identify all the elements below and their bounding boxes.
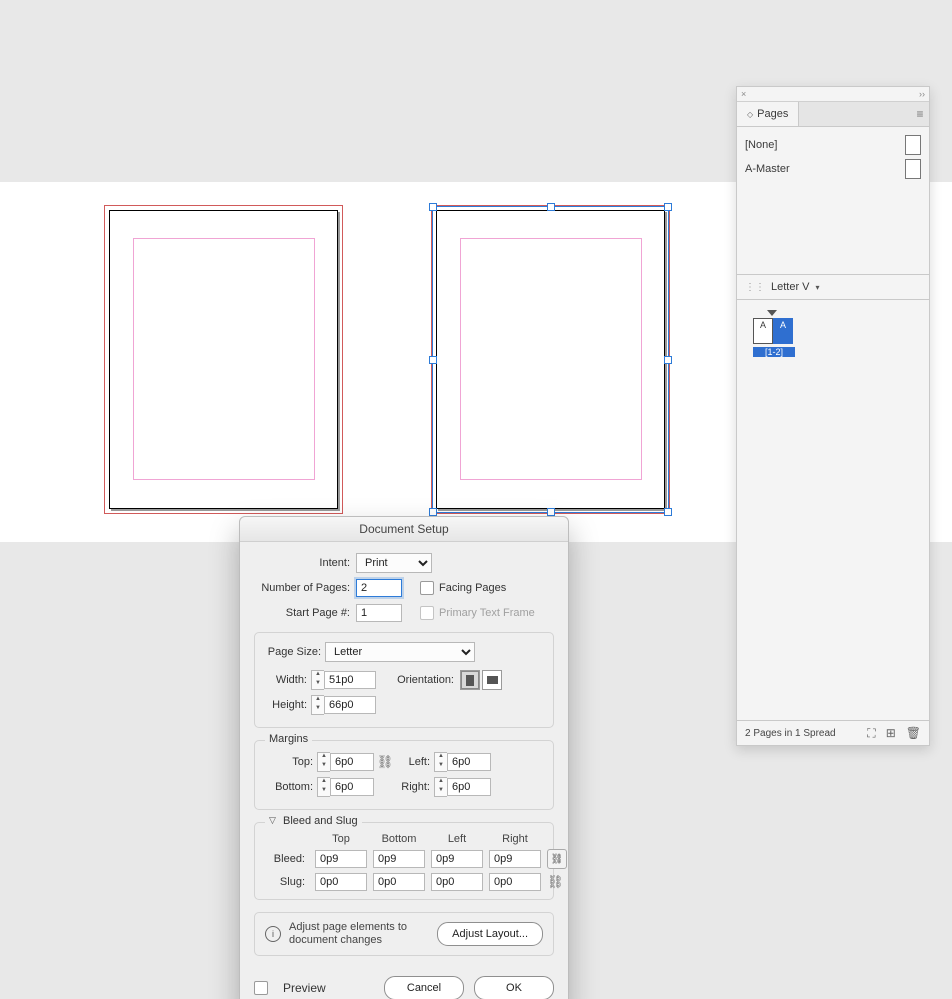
margins-group: Margins Top: ▲▼ ⛓ Left: ▲▼ Bottom: ▲▼ [254,740,554,810]
orientation-portrait-button[interactable] [460,670,480,690]
margin-bottom-stepper[interactable]: ▲▼ [317,777,330,797]
preview-checkbox[interactable] [254,981,268,995]
width-stepper[interactable]: ▲▼ [311,670,324,690]
document-setup-dialog: Document Setup Intent: Print Number of P… [239,516,569,999]
margin-left-input[interactable] [447,753,491,771]
master-none-row[interactable]: [None] [745,133,921,157]
bleed-slug-group: ▽ Bleed and Slug Top Bottom Left Right B… [254,822,554,900]
adjust-text: Adjust page elements to document changes [289,921,429,947]
slug-top-input[interactable] [315,873,367,891]
collapse-icon[interactable]: ›› [919,89,925,99]
master-none-thumb[interactable] [905,135,921,155]
masters-section: [None] A-Master [737,127,929,275]
page-1-margin-guide [133,238,315,480]
document-pages-section: A A [1-2] [737,300,929,718]
start-page-label: Start Page #: [254,607,356,619]
start-page-input[interactable] [356,604,402,622]
delete-page-button[interactable]: 🗑 [906,726,921,740]
bleed-label: Bleed: [265,853,309,865]
col-bottom: Bottom [373,833,425,845]
facing-pages-checkbox[interactable] [420,581,434,595]
page-size-label: Letter V [771,281,810,293]
bleed-top-input[interactable] [315,850,367,868]
intent-select[interactable]: Print [356,553,432,573]
master-none-label: [None] [745,139,777,151]
facing-pages-label: Facing Pages [439,582,506,594]
new-page-button[interactable]: ⊞ [886,726,896,740]
info-icon: i [265,926,281,942]
primary-text-frame-label: Primary Text Frame [439,607,535,619]
height-label: Height: [265,699,311,711]
master-a-label: A-Master [745,163,790,175]
margins-legend: Margins [265,733,312,745]
page-thumb-2[interactable]: A [773,318,793,344]
orientation-landscape-button[interactable] [482,670,502,690]
spread-label: [1-2] [753,347,795,357]
ok-button[interactable]: OK [474,976,554,999]
panel-menu-button[interactable]: ≡ [911,102,929,126]
tab-pages[interactable]: ◇ Pages [737,102,799,126]
margin-left-stepper[interactable]: ▲▼ [434,752,447,772]
margin-right-stepper[interactable]: ▲▼ [434,777,447,797]
slug-bottom-input[interactable] [373,873,425,891]
preview-label: Preview [283,981,326,995]
page-2-margin-guide [460,238,642,480]
panel-status-text: 2 Pages in 1 Spread [745,728,836,739]
slug-label: Slug: [265,876,309,888]
adjust-layout-button[interactable]: Adjust Layout... [437,922,543,946]
num-pages-input[interactable] [356,579,402,597]
bleed-slug-legend: ▽ Bleed and Slug [265,815,362,827]
width-label: Width: [265,674,311,686]
master-a-row[interactable]: A-Master [745,157,921,181]
spread-indicator-icon [767,310,777,316]
orientation-label: Orientation: [376,674,458,686]
page-size-row[interactable]: ⋮⋮ Letter V ▾ [737,275,929,300]
height-input[interactable] [324,696,376,714]
width-input[interactable] [324,671,376,689]
margin-top-label: Top: [265,756,317,768]
num-pages-label: Number of Pages: [254,582,356,594]
spread-thumb[interactable]: A A [753,318,921,344]
dialog-title: Document Setup [240,517,568,542]
height-stepper[interactable]: ▲▼ [311,695,324,715]
close-icon[interactable]: × [741,89,746,99]
panel-footer: 2 Pages in 1 Spread ⛶ ⊞ 🗑 [737,720,929,745]
intent-label: Intent: [254,557,356,569]
chevron-down-icon[interactable]: ▾ [816,283,820,292]
slug-right-input[interactable] [489,873,541,891]
col-right: Right [489,833,541,845]
sort-icon: ◇ [747,110,753,119]
bleed-right-input[interactable] [489,850,541,868]
page-thumb-1[interactable]: A [753,318,773,344]
panel-header-bar[interactable]: × ›› [737,87,929,102]
disclosure-icon[interactable]: ▽ [269,815,276,826]
bleed-bottom-input[interactable] [373,850,425,868]
cancel-button[interactable]: Cancel [384,976,464,999]
margin-right-label: Right: [396,781,434,793]
tab-pages-label: Pages [757,108,788,120]
col-left: Left [431,833,483,845]
slug-link-button[interactable]: ⛓ [547,874,563,890]
adjust-layout-row: i Adjust page elements to document chang… [254,912,554,956]
bleed-left-input[interactable] [431,850,483,868]
margin-left-label: Left: [396,756,434,768]
bleed-link-button[interactable]: ⛓ [547,849,567,869]
pages-panel: × ›› ◇ Pages ≡ [None] A-Master ⋮⋮ Letter… [736,86,930,746]
master-a-thumb[interactable] [905,159,921,179]
primary-text-frame-checkbox [420,606,434,620]
margin-bottom-input[interactable] [330,778,374,796]
edit-page-size-button[interactable]: ⛶ [867,726,875,741]
link-margins-icon[interactable]: ⛓ [374,754,396,770]
page-size-group: Page Size: Letter Width: ▲▼ Orientation:… [254,632,554,728]
col-top: Top [315,833,367,845]
slug-left-input[interactable] [431,873,483,891]
margin-right-input[interactable] [447,778,491,796]
margin-top-stepper[interactable]: ▲▼ [317,752,330,772]
page-size-label: Page Size: [265,646,325,658]
grip-icon: ⋮⋮ [745,282,765,293]
page-size-select[interactable]: Letter [325,642,475,662]
margin-bottom-label: Bottom: [265,781,317,793]
margin-top-input[interactable] [330,753,374,771]
